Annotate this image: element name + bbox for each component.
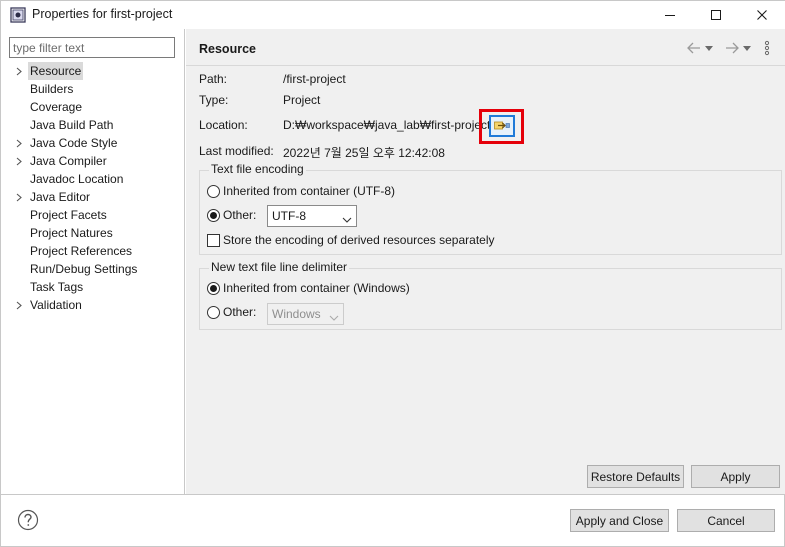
tree-item-project-natures[interactable]: Project Natures	[1, 224, 184, 242]
tree-item-coverage[interactable]: Coverage	[1, 98, 184, 116]
encoding-other-radio[interactable]	[207, 209, 220, 222]
more-vertical-icon[interactable]	[762, 40, 772, 56]
text-file-encoding-title: Text file encoding	[209, 162, 306, 176]
close-button[interactable]	[739, 1, 785, 29]
chevron-right-icon[interactable]	[14, 296, 24, 314]
tree-item-run-debug-settings[interactable]: Run/Debug Settings	[1, 260, 184, 278]
page-header: Resource	[186, 29, 785, 66]
tree-item-label: Validation	[30, 298, 82, 312]
path-label: Path:	[199, 72, 228, 86]
last-modified-label: Last modified:	[199, 144, 274, 158]
encoding-select[interactable]: UTF-8	[267, 205, 357, 227]
tree-item-project-references[interactable]: Project References	[1, 242, 184, 260]
tree-item-java-build-path[interactable]: Java Build Path	[1, 116, 184, 134]
tree-item-label: Builders	[30, 82, 74, 96]
delimiter-select-value: Windows	[272, 307, 321, 321]
delimiter-inherited-label: Inherited from container (Windows)	[223, 281, 410, 295]
back-dropdown-icon[interactable]	[704, 40, 714, 56]
forward-arrow-icon[interactable]	[724, 40, 740, 56]
tree-item-java-code-style[interactable]: Java Code Style	[1, 134, 184, 152]
tree-item-label: Java Build Path	[30, 118, 114, 132]
tree-item-validation[interactable]: Validation	[1, 296, 184, 314]
tree-item-task-tags[interactable]: Task Tags	[1, 278, 184, 296]
chevron-right-icon[interactable]	[14, 188, 24, 206]
tree-item-resource[interactable]: Resource	[1, 62, 184, 80]
apply-button[interactable]: Apply	[691, 465, 780, 488]
line-delimiter-group: New text file line delimiter Inherited f…	[199, 260, 782, 330]
minimize-button[interactable]	[647, 1, 693, 29]
encoding-inherited-label: Inherited from container (UTF-8)	[223, 184, 396, 198]
chevron-right-icon[interactable]	[14, 152, 24, 170]
tree-item-javadoc-location[interactable]: Javadoc Location	[1, 170, 184, 188]
tree-item-label: Project Facets	[30, 208, 107, 222]
page-nav-toolbar	[686, 40, 778, 56]
maximize-button[interactable]	[693, 1, 739, 29]
tree-item-label: Run/Debug Settings	[30, 262, 138, 276]
delimiter-select[interactable]: Windows	[267, 303, 344, 325]
tree-item-label: Task Tags	[30, 280, 84, 294]
tree-item-project-facets[interactable]: Project Facets	[1, 206, 184, 224]
apply-and-close-button[interactable]: Apply and Close	[570, 509, 669, 532]
tree-item-label: Javadoc Location	[30, 172, 124, 186]
delimiter-other-label: Other:	[223, 305, 257, 319]
location-label: Location:	[199, 118, 248, 132]
encoding-inherited-radio[interactable]	[207, 185, 220, 198]
filter-input[interactable]	[9, 37, 175, 58]
chevron-right-icon[interactable]	[14, 134, 24, 152]
eclipse-app-icon	[10, 7, 26, 23]
help-icon[interactable]	[17, 509, 39, 531]
type-label: Type:	[199, 93, 229, 107]
category-tree: Resource Builders Coverage Java Build Pa…	[1, 62, 184, 314]
tree-item-label: Java Code Style	[30, 136, 118, 150]
last-modified-value: 2022년 7월 25일 오후 12:42:08	[283, 146, 445, 160]
text-file-encoding-group: Text file encoding Inherited from contai…	[199, 162, 782, 255]
delimiter-other-radio[interactable]	[207, 306, 220, 319]
back-arrow-icon[interactable]	[686, 40, 702, 56]
tree-item-label: Project References	[30, 244, 133, 258]
chevron-down-icon	[342, 212, 352, 226]
properties-dialog: Properties for first-project Resource Bu…	[0, 0, 785, 547]
open-folder-icon	[494, 121, 510, 130]
path-value: /first-project	[283, 72, 346, 86]
cancel-button[interactable]: Cancel	[677, 509, 775, 532]
tree-item-label: Coverage	[30, 100, 83, 114]
page-title: Resource	[199, 42, 256, 56]
restore-defaults-button[interactable]: Restore Defaults	[587, 465, 684, 488]
bottom-separator	[1, 494, 785, 495]
encoding-other-label: Other:	[223, 208, 257, 222]
tree-item-java-compiler[interactable]: Java Compiler	[1, 152, 184, 170]
title-bar: Properties for first-project	[1, 1, 785, 29]
store-derived-encoding-label: Store the encoding of derived resources …	[223, 233, 495, 247]
tree-item-label: Resource	[28, 62, 84, 80]
encoding-select-value: UTF-8	[272, 209, 306, 223]
tree-item-label: Java Editor	[30, 190, 91, 204]
window-title: Properties for first-project	[32, 7, 173, 21]
forward-dropdown-icon[interactable]	[742, 40, 752, 56]
show-in-system-explorer-button[interactable]	[489, 115, 515, 137]
store-derived-encoding-checkbox[interactable]	[207, 234, 220, 247]
chevron-right-icon[interactable]	[14, 62, 24, 80]
tree-item-label: Java Compiler	[30, 154, 107, 168]
tree-item-java-editor[interactable]: Java Editor	[1, 188, 184, 206]
delimiter-inherited-radio[interactable]	[207, 282, 220, 295]
tree-item-builders[interactable]: Builders	[1, 80, 184, 98]
category-panel: Resource Builders Coverage Java Build Pa…	[1, 29, 185, 494]
location-value: D:₩workspace₩java_lab₩first-project	[283, 118, 491, 132]
tree-item-label: Project Natures	[30, 226, 113, 240]
chevron-down-icon	[329, 310, 339, 324]
property-page: Resource Path: /first-project Type: Proj…	[186, 29, 785, 494]
type-value: Project	[283, 93, 321, 107]
line-delimiter-title: New text file line delimiter	[209, 260, 350, 274]
